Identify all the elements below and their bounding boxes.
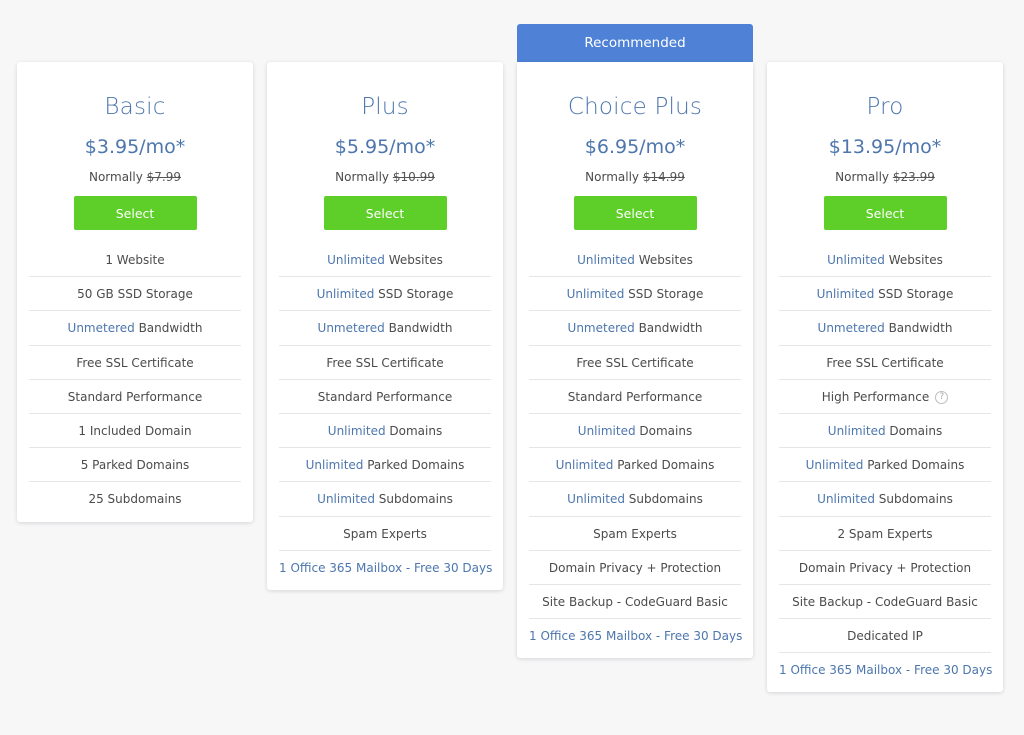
plan-normal-price: Normally $7.99 bbox=[88, 170, 182, 184]
feature-item: Unlimited Websites bbox=[279, 243, 491, 278]
feature-item: Unlimited Domains bbox=[279, 414, 491, 449]
feature-item: Unlimited Subdomains bbox=[529, 482, 741, 517]
feature-item: Unlimited Websites bbox=[779, 243, 991, 278]
strikethrough-price: $10.99 bbox=[392, 170, 435, 184]
feature-item: Unlimited SSD Storage bbox=[779, 277, 991, 312]
feature-item: Unmetered Bandwidth bbox=[779, 311, 991, 346]
feature-item: 1 Included Domain bbox=[29, 414, 241, 449]
feature-item: Unlimited SSD Storage bbox=[279, 277, 491, 312]
select-button-plus[interactable]: Select bbox=[323, 196, 447, 230]
plan-name: Choice Plus bbox=[567, 94, 703, 120]
plan-card-pro: Pro $13.95/mo* Normally $23.99 Select Un… bbox=[767, 62, 1003, 693]
feature-item: Unmetered Bandwidth bbox=[279, 311, 491, 346]
office365-mailbox-link[interactable]: 1 Office 365 Mailbox - Free 30 Days bbox=[779, 663, 992, 677]
feature-list: Unlimited Websites Unlimited SSD Storage… bbox=[767, 243, 1003, 692]
feature-item: Free SSL Certificate bbox=[29, 346, 241, 380]
feature-item: Unlimited Subdomains bbox=[279, 482, 491, 517]
feature-item: Unmetered Bandwidth bbox=[29, 311, 241, 346]
feature-item: Standard Performance bbox=[29, 380, 241, 414]
feature-item: Free SSL Certificate bbox=[779, 346, 991, 380]
feature-item: 1 Office 365 Mailbox - Free 30 Days bbox=[529, 619, 742, 653]
plan-price: $5.95/mo* bbox=[334, 136, 436, 158]
feature-item: 50 GB SSD Storage bbox=[29, 277, 241, 312]
feature-item: Free SSL Certificate bbox=[279, 346, 491, 380]
feature-list: Unlimited Websites Unlimited SSD Storage… bbox=[517, 243, 753, 658]
feature-item: Free SSL Certificate bbox=[529, 346, 741, 380]
plan-name: Pro bbox=[866, 94, 904, 120]
feature-item: Unlimited Parked Domains bbox=[779, 448, 991, 483]
feature-item: Unlimited Parked Domains bbox=[279, 448, 491, 483]
feature-item: 5 Parked Domains bbox=[29, 448, 241, 483]
plan-name: Basic bbox=[104, 94, 166, 120]
office365-mailbox-link[interactable]: 1 Office 365 Mailbox - Free 30 Days bbox=[529, 629, 742, 643]
feature-item: Unlimited Subdomains bbox=[779, 482, 991, 517]
strikethrough-price: $14.99 bbox=[642, 170, 685, 184]
feature-list: 1 Website 50 GB SSD Storage Unmetered Ba… bbox=[17, 243, 253, 522]
select-button-pro[interactable]: Select bbox=[823, 196, 947, 230]
feature-item: Domain Privacy + Protection bbox=[779, 551, 991, 585]
plan-price: $6.95/mo* bbox=[584, 136, 686, 158]
feature-list: Unlimited Websites Unlimited SSD Storage… bbox=[267, 243, 503, 590]
feature-item: 2 Spam Experts bbox=[779, 517, 991, 551]
feature-item: Unmetered Bandwidth bbox=[529, 311, 741, 346]
feature-item: Site Backup - CodeGuard Basic bbox=[529, 585, 741, 620]
feature-item: Unlimited Domains bbox=[779, 414, 991, 449]
feature-item: Unlimited SSD Storage bbox=[529, 277, 741, 312]
feature-item: Standard Performance bbox=[529, 380, 741, 414]
feature-item: 25 Subdomains bbox=[88, 492, 182, 507]
plan-normal-price: Normally $10.99 bbox=[335, 170, 435, 184]
feature-item: Unlimited Parked Domains bbox=[529, 448, 741, 483]
plan-price: $13.95/mo* bbox=[828, 136, 942, 158]
feature-item: Standard Performance bbox=[279, 380, 491, 414]
office365-mailbox-link[interactable]: 1 Office 365 Mailbox - Free 30 Days bbox=[279, 561, 492, 575]
feature-item: Unlimited Domains bbox=[529, 414, 741, 449]
feature-item: Unlimited Websites bbox=[529, 243, 741, 278]
strikethrough-price: $23.99 bbox=[892, 170, 935, 184]
select-button-basic[interactable]: Select bbox=[73, 196, 197, 230]
plan-normal-price: Normally $23.99 bbox=[835, 170, 935, 184]
feature-item: Dedicated IP bbox=[779, 619, 991, 654]
feature-item: Spam Experts bbox=[529, 517, 741, 551]
help-icon[interactable]: ? bbox=[935, 390, 949, 404]
feature-item: High Performance? bbox=[779, 380, 991, 414]
plan-card-choice-plus: Choice Plus $6.95/mo* Normally $14.99 Se… bbox=[517, 62, 753, 659]
plan-card-plus: Plus $5.95/mo* Normally $10.99 Select Un… bbox=[267, 62, 503, 590]
plan-normal-price: Normally $14.99 bbox=[585, 170, 685, 184]
plan-name: Plus bbox=[361, 94, 409, 120]
feature-item: Site Backup - CodeGuard Basic bbox=[779, 585, 991, 620]
feature-item: Domain Privacy + Protection bbox=[529, 551, 741, 585]
strikethrough-price: $7.99 bbox=[146, 170, 182, 184]
recommended-ribbon: Recommended bbox=[517, 24, 753, 62]
plan-card-basic: Basic $3.95/mo* Normally $7.99 Select 1 … bbox=[17, 62, 253, 522]
select-button-choice-plus[interactable]: Select bbox=[573, 196, 697, 230]
feature-item: 1 Office 365 Mailbox - Free 30 Days bbox=[779, 653, 992, 687]
plan-price: $3.95/mo* bbox=[84, 136, 186, 158]
feature-item: Spam Experts bbox=[279, 517, 491, 551]
feature-item: 1 Office 365 Mailbox - Free 30 Days bbox=[279, 551, 492, 585]
feature-item: 1 Website bbox=[29, 243, 241, 278]
